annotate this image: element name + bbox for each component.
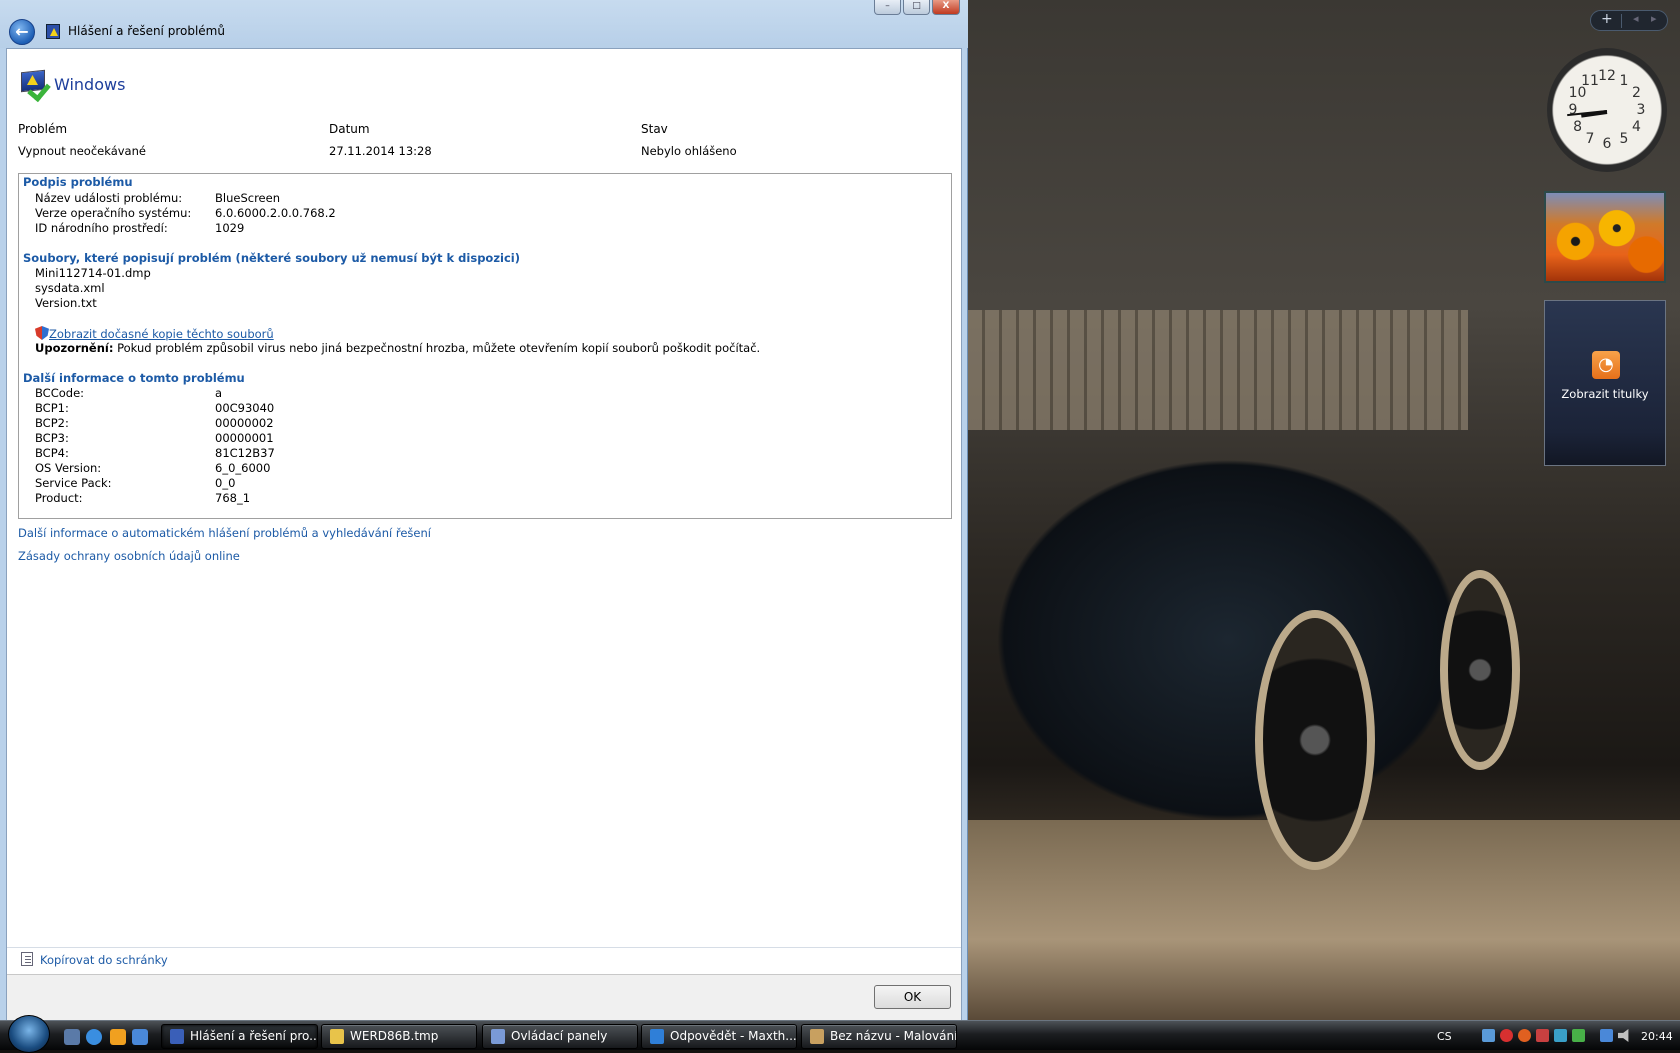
warning-text: Upozornění: Pokud problém způsobil virus…: [35, 341, 761, 355]
view-copies-row: Zobrazit dočasné kopie těchto souborů: [35, 326, 274, 341]
page-title: Windows: [54, 75, 126, 94]
taskbar-button-control-panel[interactable]: Ovládací panely: [482, 1024, 638, 1049]
clock-number: 1: [1619, 72, 1629, 89]
sidebar-controls: + ◂ ▸: [1590, 10, 1668, 31]
back-button[interactable]: ←: [9, 19, 35, 45]
tray-connection-icon[interactable]: [1600, 1029, 1613, 1042]
privacy-link[interactable]: Zásady ochrany osobních údajů online: [18, 549, 240, 563]
add-gadget-button[interactable]: +: [1601, 11, 1613, 27]
detail-row: ID národního prostředí: 1029: [35, 221, 245, 235]
taskbar-button-werd86b[interactable]: WERD86B.tmp: [321, 1024, 477, 1049]
volume-icon[interactable]: [1618, 1029, 1629, 1042]
details-box: Podpis problému Název události problému:…: [18, 173, 952, 519]
view-temp-copies-link[interactable]: Zobrazit dočasné kopie těchto souborů: [49, 327, 274, 341]
copy-to-clipboard-link[interactable]: Kopírovat do schránky: [40, 953, 168, 967]
clock-number: 11: [1581, 72, 1599, 89]
problem-reports-window: – □ X ← Hlášení a řešení problémů Window…: [0, 0, 968, 1020]
minimize-button[interactable]: –: [874, 0, 901, 15]
clock-gadget[interactable]: 12 1 2 3 4 5 6 7 8 9 10 11: [1547, 48, 1667, 172]
maxthon-icon: [650, 1029, 664, 1044]
dialog-footer: [7, 975, 961, 1020]
language-indicator[interactable]: CS: [1437, 1030, 1452, 1043]
show-desktop-icon[interactable]: [64, 1029, 80, 1045]
detail-row: BCP1: 00C93040: [35, 401, 275, 415]
uac-shield-icon: [35, 326, 49, 340]
status-value: Nebylo ohlášeno: [641, 144, 737, 158]
internet-explorer-icon[interactable]: [86, 1029, 102, 1045]
tray-network-icon[interactable]: [1482, 1029, 1495, 1042]
paint-icon: [810, 1029, 824, 1044]
divider: [7, 974, 961, 975]
clock-number: 12: [1598, 68, 1616, 84]
taskbar-button-problem-reports[interactable]: Hlášení a řešení pro...: [161, 1024, 318, 1049]
ok-button[interactable]: OK: [874, 985, 951, 1009]
slideshow-gadget[interactable]: [1544, 191, 1666, 283]
problem-value: Vypnout neočekávané: [18, 144, 146, 158]
maximize-button[interactable]: □: [903, 0, 930, 15]
clock-number: 3: [1636, 102, 1646, 118]
breadcrumb: Hlášení a řešení problémů: [68, 24, 225, 38]
tray-app-icon[interactable]: [1554, 1029, 1567, 1042]
date-value: 27.11.2014 13:28: [329, 144, 432, 158]
detail-row: BCP4: 81C12B37: [35, 446, 275, 460]
detail-row: OS Version: 6_0_6000: [35, 461, 271, 475]
column-date: Datum: [329, 122, 370, 136]
column-problem: Problém: [18, 122, 68, 136]
previous-page-button[interactable]: ◂: [1633, 12, 1639, 25]
switch-windows-icon[interactable]: [132, 1029, 148, 1045]
media-player-icon[interactable]: [110, 1029, 126, 1045]
tray-app-icon[interactable]: [1572, 1029, 1585, 1042]
tray-app-icon[interactable]: [1518, 1029, 1531, 1042]
feed-headlines-gadget[interactable]: ◔ Zobrazit titulky: [1544, 300, 1666, 466]
windows-problem-icon: [19, 69, 53, 103]
detail-row: BCCode: a: [35, 386, 223, 400]
rss-icon: ◔: [1592, 351, 1620, 379]
clock-number: 8: [1573, 119, 1583, 135]
taskbar-button-paint[interactable]: Bez názvu - Malování: [801, 1024, 957, 1049]
divider: [7, 947, 961, 948]
title-bar: – □ X ← Hlášení a řešení problémů: [0, 0, 968, 48]
section-signature: Podpis problému: [23, 175, 133, 189]
next-page-button[interactable]: ▸: [1651, 12, 1657, 25]
wallpaper-wheel: [1255, 610, 1375, 870]
taskbar: Hlášení a řešení pro... WERD86B.tmp Ovlá…: [0, 1015, 1680, 1053]
close-button[interactable]: X: [932, 0, 960, 15]
problem-reports-icon: [170, 1029, 184, 1044]
detail-row: BCP3: 00000001: [35, 431, 274, 445]
control-panel-icon: [491, 1029, 505, 1044]
file-item: sysdata.xml: [35, 281, 105, 295]
column-status: Stav: [641, 122, 668, 136]
more-info-reporting-link[interactable]: Další informace o automatickém hlášení p…: [18, 526, 431, 540]
detail-row: BCP2: 00000002: [35, 416, 274, 430]
copy-icon: [21, 952, 33, 966]
file-item: Version.txt: [35, 296, 97, 310]
clock-number: 7: [1585, 131, 1595, 148]
section-more-info: Další informace o tomto problému: [23, 371, 245, 385]
detail-row: Service Pack: 0_0: [35, 476, 236, 490]
detail-row: Název události problému: BlueScreen: [35, 191, 280, 205]
folder-icon: [330, 1029, 344, 1044]
file-item: Mini112714-01.dmp: [35, 266, 151, 280]
start-button[interactable]: [8, 1015, 50, 1053]
section-files: Soubory, které popisují problém (některé…: [23, 251, 520, 265]
clock-number: 2: [1631, 85, 1641, 101]
problem-reports-icon: [46, 24, 60, 39]
clock-number: 5: [1619, 131, 1629, 148]
taskbar-button-maxthon[interactable]: Odpovědět - Maxth...: [641, 1024, 797, 1049]
clock-number: 6: [1602, 136, 1612, 152]
detail-row: Product: 768_1: [35, 491, 251, 505]
clock-number: 4: [1631, 119, 1641, 135]
content-area: Windows Problém Datum Stav Vypnout neoče…: [6, 48, 962, 1020]
detail-row: Verze operačního systému: 6.0.6000.2.0.0.…: [35, 206, 336, 220]
tray-error-icon[interactable]: [1500, 1029, 1513, 1042]
system-clock[interactable]: 20:44: [1641, 1030, 1673, 1043]
view-headlines-label: Zobrazit titulky: [1561, 387, 1649, 401]
wallpaper-wheel: [1440, 570, 1520, 770]
tray-app-icon[interactable]: [1536, 1029, 1549, 1042]
